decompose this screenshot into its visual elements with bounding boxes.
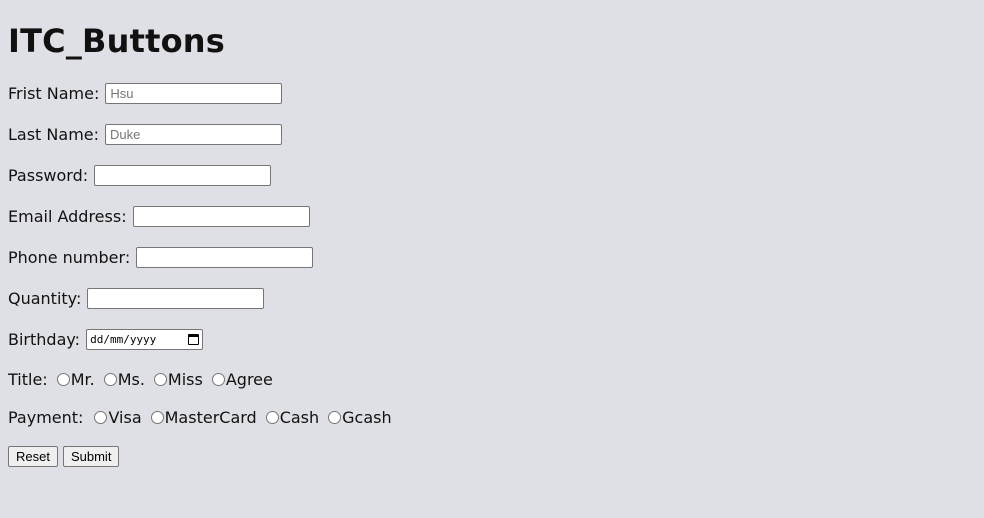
- password-row: Password:: [8, 163, 272, 187]
- title-radio-group: Mr. Ms. Miss Agree: [52, 370, 277, 389]
- reset-button[interactable]: Reset: [8, 445, 58, 467]
- quantity-row: Quantity:: [8, 286, 265, 310]
- title-option-label: Ms.: [117, 369, 145, 389]
- payment-label: Payment:: [8, 407, 84, 427]
- calendar-icon[interactable]: [188, 333, 200, 345]
- title-option-label: Mr.: [70, 369, 95, 389]
- email-label: Email Address:: [8, 206, 127, 226]
- birthday-date-placeholder: dd/mm/yyyy: [90, 332, 157, 346]
- page-title: ITC_Buttons: [8, 22, 225, 60]
- payment-option-label: Cash: [279, 407, 320, 427]
- phone-label: Phone number:: [8, 247, 131, 267]
- payment-radio-group: Visa MasterCard Cash Gcash: [89, 408, 395, 427]
- birthday-date-input[interactable]: dd/mm/yyyy: [86, 328, 204, 350]
- last-name-row: Last Name:: [8, 122, 283, 146]
- title-option-mr[interactable]: Mr.: [56, 369, 99, 389]
- last-name-input[interactable]: [105, 123, 283, 145]
- birthday-label: Birthday:: [8, 329, 81, 349]
- buttons-row: Reset Submit: [8, 444, 120, 468]
- last-name-label: Last Name:: [8, 124, 100, 144]
- radio-button[interactable]: [328, 410, 342, 424]
- title-option-agree[interactable]: Agree: [211, 369, 277, 389]
- submit-button[interactable]: Submit: [62, 445, 120, 467]
- radio-button[interactable]: [211, 372, 225, 386]
- page: ITC_Buttons: [0, 0, 984, 60]
- payment-option-mastercard[interactable]: MasterCard: [150, 407, 261, 427]
- password-input[interactable]: [94, 164, 272, 186]
- title-option-ms[interactable]: Ms.: [103, 369, 149, 389]
- title-row: Title: Mr. Ms. Miss Agree: [8, 367, 277, 391]
- payment-option-label: MasterCard: [164, 407, 257, 427]
- phone-input[interactable]: [136, 246, 314, 268]
- quantity-input[interactable]: [87, 287, 265, 309]
- payment-option-label: Gcash: [342, 407, 392, 427]
- birthday-row: Birthday: dd/mm/yyyy: [8, 327, 204, 351]
- first-name-input[interactable]: [105, 82, 283, 104]
- radio-button[interactable]: [153, 372, 167, 386]
- email-input[interactable]: [132, 205, 310, 227]
- title-option-label: Agree: [225, 369, 273, 389]
- radio-button[interactable]: [150, 410, 164, 424]
- payment-option-visa[interactable]: Visa: [94, 408, 145, 427]
- first-name-row: Frist Name:: [8, 81, 283, 105]
- email-row: Email Address:: [8, 204, 310, 228]
- payment-option-cash[interactable]: Cash: [265, 407, 323, 427]
- quantity-label: Quantity:: [8, 288, 82, 308]
- password-label: Password:: [8, 165, 89, 185]
- radio-button[interactable]: [94, 410, 108, 424]
- payment-option-label: Visa: [108, 407, 142, 427]
- title-label: Title:: [8, 369, 48, 389]
- payment-row: Payment: Visa MasterCard Cash Gcash: [8, 405, 396, 429]
- title-option-label: Miss: [167, 369, 203, 389]
- payment-option-gcash[interactable]: Gcash: [328, 408, 395, 427]
- first-name-label: Frist Name:: [8, 83, 100, 103]
- title-option-miss[interactable]: Miss: [153, 369, 207, 389]
- radio-button[interactable]: [265, 410, 279, 424]
- phone-row: Phone number:: [8, 245, 314, 269]
- radio-button[interactable]: [103, 372, 117, 386]
- radio-button[interactable]: [56, 372, 70, 386]
